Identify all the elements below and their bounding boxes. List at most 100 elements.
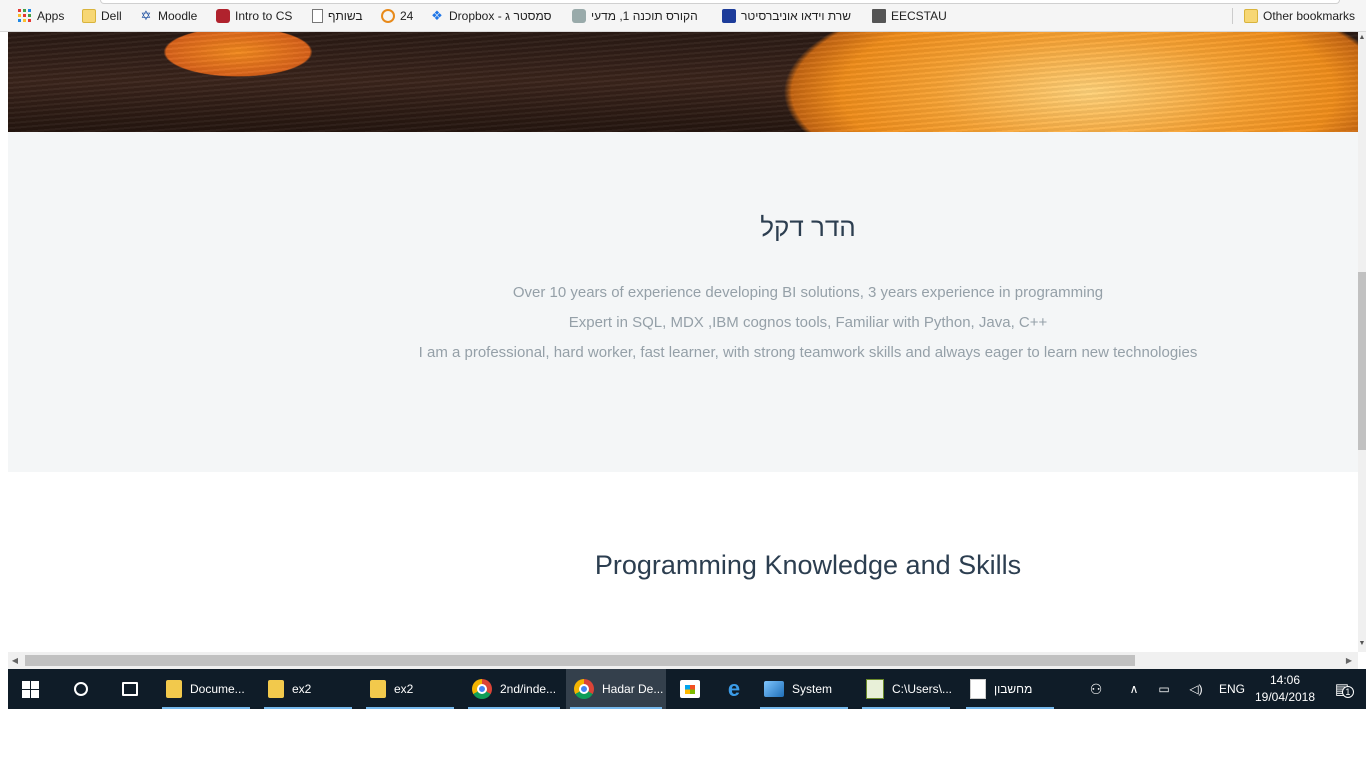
scroll-up-arrow-icon[interactable]: ▲	[1358, 34, 1366, 42]
bookmark-label: Moodle	[158, 9, 198, 23]
tau-logo-icon: ✡	[140, 8, 152, 23]
bookmark-intro-cs[interactable]: Intro to CS	[216, 7, 292, 25]
taskbar-window-notepad[interactable]: C:\Users\...	[858, 669, 954, 709]
taskbar-window-documents[interactable]: Docume...	[158, 669, 254, 709]
bookmark-moodle[interactable]: ✡ Moodle	[139, 7, 198, 25]
bookmark-video[interactable]: שרת וידאו אוניברסיטר	[722, 7, 851, 25]
bookmark-label: Dell	[101, 9, 122, 23]
taskbar-store[interactable]	[672, 669, 712, 709]
person-name: הדר דקל	[760, 212, 856, 242]
bookmark-24[interactable]: 24	[381, 7, 413, 25]
apps-grid-icon	[18, 9, 32, 23]
battery-icon: ▭	[1158, 682, 1170, 696]
people-button[interactable]: ⚇	[1082, 669, 1110, 709]
taskbar-edge[interactable]: e	[716, 669, 756, 709]
about-line-1: Over 10 years of experience developing B…	[512, 284, 1104, 301]
folder-icon	[370, 680, 386, 698]
power-tray-button[interactable]: ▭	[1152, 669, 1176, 709]
action-center-button[interactable]: ▤1	[1326, 669, 1358, 709]
notification-icon: ▤1	[1335, 680, 1354, 698]
system-icon	[764, 681, 784, 697]
task-view-button[interactable]	[112, 669, 152, 709]
course-icon	[572, 9, 586, 23]
bookmark-dropbox[interactable]: ❖ Dropbox - סמסטר ג	[430, 7, 552, 25]
bookmark-label: שרת וידאו אוניברסיטר	[741, 9, 851, 23]
documents-icon	[166, 680, 182, 698]
calculator-icon	[970, 679, 986, 699]
bookmark-label: הקורס תוכנה 1, מדעי	[591, 9, 698, 23]
about-line-3: I am a professional, hard worker, fast l…	[418, 344, 1198, 361]
show-hidden-icons-button[interactable]: ∧	[1122, 669, 1146, 709]
tau-video-icon	[722, 9, 736, 23]
bookmark-eecstau[interactable]: EECSTAU	[872, 7, 947, 25]
skills-heading: Programming Knowledge and Skills	[594, 550, 1022, 580]
bookmark-other[interactable]: Other bookmarks	[1244, 7, 1355, 25]
hero-image-orange	[8, 32, 1358, 132]
start-button[interactable]	[14, 669, 54, 709]
page-viewport: הדר דקל Over 10 years of experience deve…	[8, 32, 1358, 652]
edge-icon: e	[727, 676, 741, 701]
system-clock[interactable]: 14:06 19/04/2018	[1250, 672, 1320, 706]
bookmark-label: Intro to CS	[235, 9, 293, 23]
taskbar-window-label: ex2	[394, 682, 414, 696]
search-icon	[74, 682, 88, 696]
windows-taskbar: Docume... ex2 ex2 2nd/inde... Hadar De..…	[8, 669, 1366, 709]
omnibox-edge	[100, 0, 1340, 4]
bookmark-shared[interactable]: בשותף	[312, 7, 363, 25]
clock-date: 19/04/2018	[1254, 690, 1316, 704]
language-label: ENG	[1218, 682, 1245, 696]
store-icon	[680, 680, 700, 698]
horizontal-scrollbar[interactable]: ◀ ▶	[8, 652, 1358, 669]
input-language-button[interactable]: ENG	[1214, 669, 1250, 709]
24-icon	[381, 9, 395, 23]
about-line-2: Expert in SQL, MDX ,IBM cognos tools, Fa…	[568, 314, 1048, 331]
bookmark-apps[interactable]: Apps	[18, 7, 64, 25]
taskbar-window-ex2-b[interactable]: ex2	[362, 669, 458, 709]
scroll-right-arrow-icon[interactable]: ▶	[1342, 652, 1356, 669]
taskbar-window-chrome-hadar[interactable]: Hadar De...	[566, 669, 666, 709]
dropbox-icon: ❖	[431, 8, 443, 23]
eecstau-icon	[872, 9, 886, 23]
taskbar-window-system[interactable]: System	[756, 669, 852, 709]
people-icon: ⚇	[1089, 680, 1103, 697]
chrome-icon	[472, 679, 492, 699]
bookmark-label: EECSTAU	[891, 9, 947, 23]
clock-time: 14:06	[1269, 673, 1301, 687]
search-button[interactable]	[64, 669, 104, 709]
bookmark-dell[interactable]: Dell	[82, 7, 122, 25]
bookmark-label: בשותף	[328, 9, 363, 23]
about-name-heading: הדר דקל	[8, 212, 1358, 243]
hero-texture	[8, 32, 1358, 132]
notification-count: 1	[1341, 686, 1354, 698]
taskbar-window-ex2-a[interactable]: ex2	[260, 669, 356, 709]
scroll-down-arrow-icon[interactable]: ▼	[1358, 640, 1366, 648]
horizontal-scroll-thumb[interactable]	[25, 655, 1135, 666]
speaker-icon: ◁)	[1189, 682, 1203, 696]
bookmarks-bar: Apps Dell ✡ Moodle Intro to CS בשותף 24 …	[0, 0, 1366, 32]
page-icon	[312, 9, 323, 23]
windows-logo-icon	[22, 680, 39, 698]
scroll-left-arrow-icon[interactable]: ◀	[8, 652, 22, 669]
taskbar-window-label: מחשבון	[994, 682, 1033, 696]
folder-icon	[82, 9, 96, 23]
task-view-icon	[122, 682, 138, 696]
vertical-scrollbar[interactable]: ▲ ▼	[1358, 32, 1366, 652]
taskbar-window-chrome-index[interactable]: 2nd/inde...	[464, 669, 564, 709]
taskbar-window-label: C:\Users\...	[892, 682, 953, 696]
taskbar-window-label: ex2	[292, 682, 312, 696]
bookmark-course[interactable]: הקורס תוכנה 1, מדעי	[572, 7, 698, 25]
intro-cs-icon	[216, 9, 230, 23]
notepad-icon	[866, 679, 884, 699]
bookmark-label: Apps	[37, 9, 65, 23]
chevron-up-icon: ∧	[1129, 682, 1139, 696]
vertical-scroll-thumb[interactable]	[1358, 272, 1366, 450]
about-section: הדר דקל Over 10 years of experience deve…	[8, 132, 1358, 472]
taskbar-window-label: 2nd/inde...	[500, 682, 557, 696]
bookmarks-separator	[1232, 8, 1233, 24]
taskbar-window-label: Hadar De...	[602, 682, 664, 696]
taskbar-window-calculator[interactable]: מחשבון	[962, 669, 1058, 709]
folder-icon	[1244, 9, 1258, 23]
volume-tray-button[interactable]: ◁)	[1184, 669, 1208, 709]
chrome-icon	[574, 679, 594, 699]
bookmark-label: Dropbox - סמסטר ג	[449, 9, 552, 23]
